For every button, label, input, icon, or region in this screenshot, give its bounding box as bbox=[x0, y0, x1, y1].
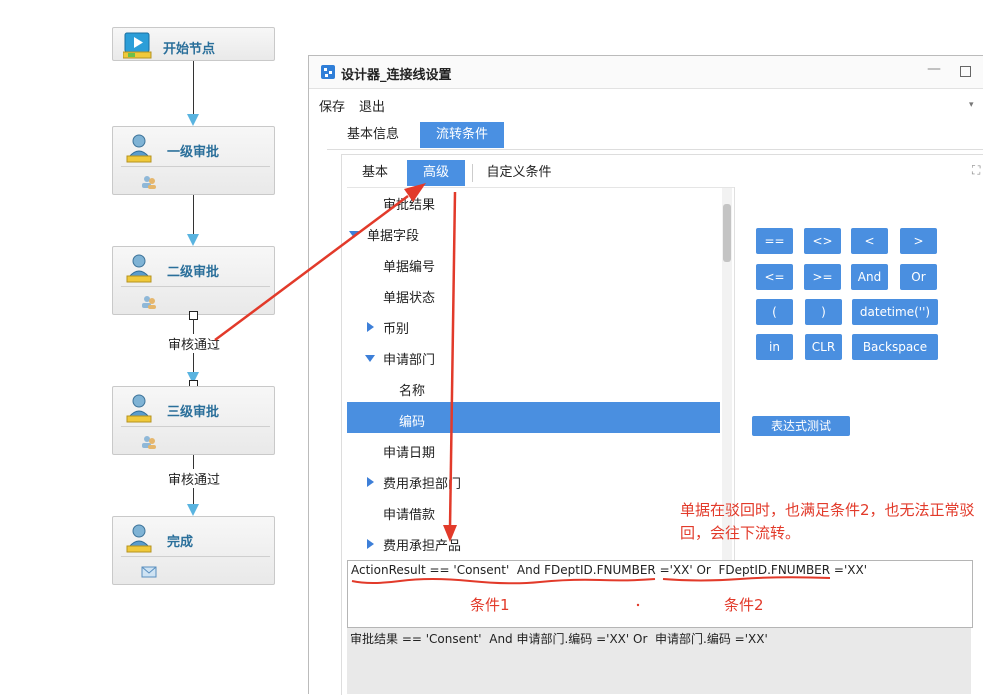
op-or-button[interactable]: Or bbox=[900, 264, 937, 290]
user-icon bbox=[126, 394, 152, 423]
tree-item-dept-name[interactable]: 名称 bbox=[399, 380, 425, 399]
field-tree: 审批结果 单据字段 单据编号 单据状态 币别 申请部门 名称 编码 申请日期 费… bbox=[347, 187, 735, 561]
menu-exit[interactable]: 退出 bbox=[359, 96, 385, 115]
op-open-paren-button[interactable]: ( bbox=[756, 299, 793, 325]
tree-item-approval-result[interactable]: 审批结果 bbox=[383, 194, 435, 213]
arrow-head bbox=[187, 504, 199, 516]
users-icon bbox=[142, 176, 156, 189]
tree-item-document-number[interactable]: 单据编号 bbox=[383, 256, 435, 275]
op-equal-button[interactable]: == bbox=[756, 228, 793, 254]
op-in-button[interactable]: in bbox=[756, 334, 793, 360]
expression-display: 审批结果 == 'Consent' And 申请部门.编码 ='XX' Or 申… bbox=[347, 628, 971, 694]
divider bbox=[121, 166, 270, 167]
tree-item-cost-product[interactable]: 费用承担产品 bbox=[383, 535, 461, 554]
op-greater-button[interactable]: > bbox=[900, 228, 937, 254]
collapse-icon[interactable]: ▾ bbox=[969, 100, 974, 110]
connector-settings-dialog: 设计器_连接线设置 — 保存 退出 ▾ 基本信息 流转条件 基本 高级 自定义条… bbox=[308, 55, 983, 695]
menu-save[interactable]: 保存 bbox=[319, 96, 345, 115]
tree-item-currency[interactable]: 币别 bbox=[383, 318, 409, 337]
collapsed-icon[interactable] bbox=[367, 322, 374, 332]
tree-item-applying-dept[interactable]: 申请部门 bbox=[383, 349, 435, 368]
play-icon bbox=[123, 32, 152, 59]
connector bbox=[193, 195, 194, 237]
dialog-titlebar: 设计器_连接线设置 — bbox=[309, 56, 983, 89]
collapsed-icon[interactable] bbox=[367, 539, 374, 549]
maximize-icon[interactable] bbox=[960, 66, 971, 77]
expression-test-button[interactable]: 表达式测试 bbox=[752, 416, 850, 436]
tree-item-document-status[interactable]: 单据状态 bbox=[383, 287, 435, 306]
tab-basic-info[interactable]: 基本信息 bbox=[339, 122, 407, 148]
tree-item-apply-loan[interactable]: 申请借款 bbox=[383, 504, 435, 523]
users-icon bbox=[142, 436, 156, 449]
app-icon bbox=[321, 65, 335, 79]
op-not-equal-button[interactable]: <> bbox=[804, 228, 841, 254]
tree-scrollbar-thumb[interactable] bbox=[723, 204, 731, 262]
tab-advanced[interactable]: 高级 bbox=[407, 160, 465, 186]
tab-divider bbox=[472, 164, 473, 182]
user-icon bbox=[126, 134, 152, 163]
flow-node-label: 完成 bbox=[167, 535, 194, 550]
op-less-button[interactable]: < bbox=[851, 228, 888, 254]
condition2-label: 条件2 bbox=[724, 596, 764, 614]
expand-icon[interactable]: ⛶ bbox=[972, 163, 980, 178]
expanded-icon[interactable] bbox=[365, 355, 375, 362]
edge-label[interactable]: 审核通过 bbox=[168, 469, 221, 488]
divider bbox=[121, 286, 270, 287]
flow-node-label: 一级审批 bbox=[167, 145, 220, 160]
edge-label[interactable]: 审核通过 bbox=[168, 334, 221, 353]
user-icon bbox=[126, 524, 152, 553]
flow-node-level1[interactable]: 一级审批 bbox=[112, 126, 275, 195]
arrow-head bbox=[187, 114, 199, 126]
expression-display-text: 审批结果 == 'Consent' And 申请部门.编码 ='XX' Or 申… bbox=[350, 632, 768, 646]
divider bbox=[121, 426, 270, 427]
tab-basic[interactable]: 基本 bbox=[353, 160, 397, 186]
op-datetime-button[interactable]: datetime('') bbox=[852, 299, 938, 325]
flow-node-level3[interactable]: 三级审批 bbox=[112, 386, 275, 455]
tree-item-dept-code[interactable]: 编码 bbox=[399, 411, 425, 430]
flow-node-label: 二级审批 bbox=[167, 265, 220, 280]
dialog-title: 设计器_连接线设置 bbox=[341, 68, 452, 83]
op-greater-equal-button[interactable]: >= bbox=[804, 264, 841, 290]
tab-custom-condition[interactable]: 自定义条件 bbox=[481, 160, 557, 186]
arrow-head bbox=[187, 234, 199, 246]
divider bbox=[121, 556, 270, 557]
condition1-label: 条件1 bbox=[470, 596, 510, 614]
users-icon bbox=[142, 296, 156, 309]
tree-item-document-fields[interactable]: 单据字段 bbox=[367, 225, 419, 244]
expression-text: ActionResult == 'Consent' And FDeptID.FN… bbox=[351, 563, 867, 577]
tab-flow-condition[interactable]: 流转条件 bbox=[420, 122, 504, 148]
flow-node-level2[interactable]: 二级审批 bbox=[112, 246, 275, 315]
expression-input[interactable]: ActionResult == 'Consent' And FDeptID.FN… bbox=[347, 560, 973, 628]
mail-icon bbox=[141, 566, 157, 578]
op-and-button[interactable]: And bbox=[851, 264, 888, 290]
tree-item-cost-dept[interactable]: 费用承担部门 bbox=[383, 473, 461, 492]
minimize-icon[interactable]: — bbox=[927, 61, 941, 77]
op-backspace-button[interactable]: Backspace bbox=[852, 334, 938, 360]
expanded-icon[interactable] bbox=[349, 231, 359, 238]
annotation-note: 单据在驳回时，也满足条件2，也无法正常驳回，会往下流转。 bbox=[680, 501, 975, 542]
tree-item-apply-date[interactable]: 申请日期 bbox=[383, 442, 435, 461]
flow-node-finish[interactable]: 完成 bbox=[112, 516, 275, 585]
user-icon bbox=[126, 254, 152, 283]
flow-node-label: 开始节点 bbox=[163, 42, 216, 57]
op-clear-button[interactable]: CLR bbox=[805, 334, 842, 360]
connector bbox=[193, 61, 194, 117]
flow-node-label: 三级审批 bbox=[167, 405, 220, 420]
flow-node-start[interactable]: 开始节点 bbox=[112, 27, 275, 61]
op-less-equal-button[interactable]: <= bbox=[756, 264, 793, 290]
collapsed-icon[interactable] bbox=[367, 477, 374, 487]
op-close-paren-button[interactable]: ) bbox=[805, 299, 842, 325]
